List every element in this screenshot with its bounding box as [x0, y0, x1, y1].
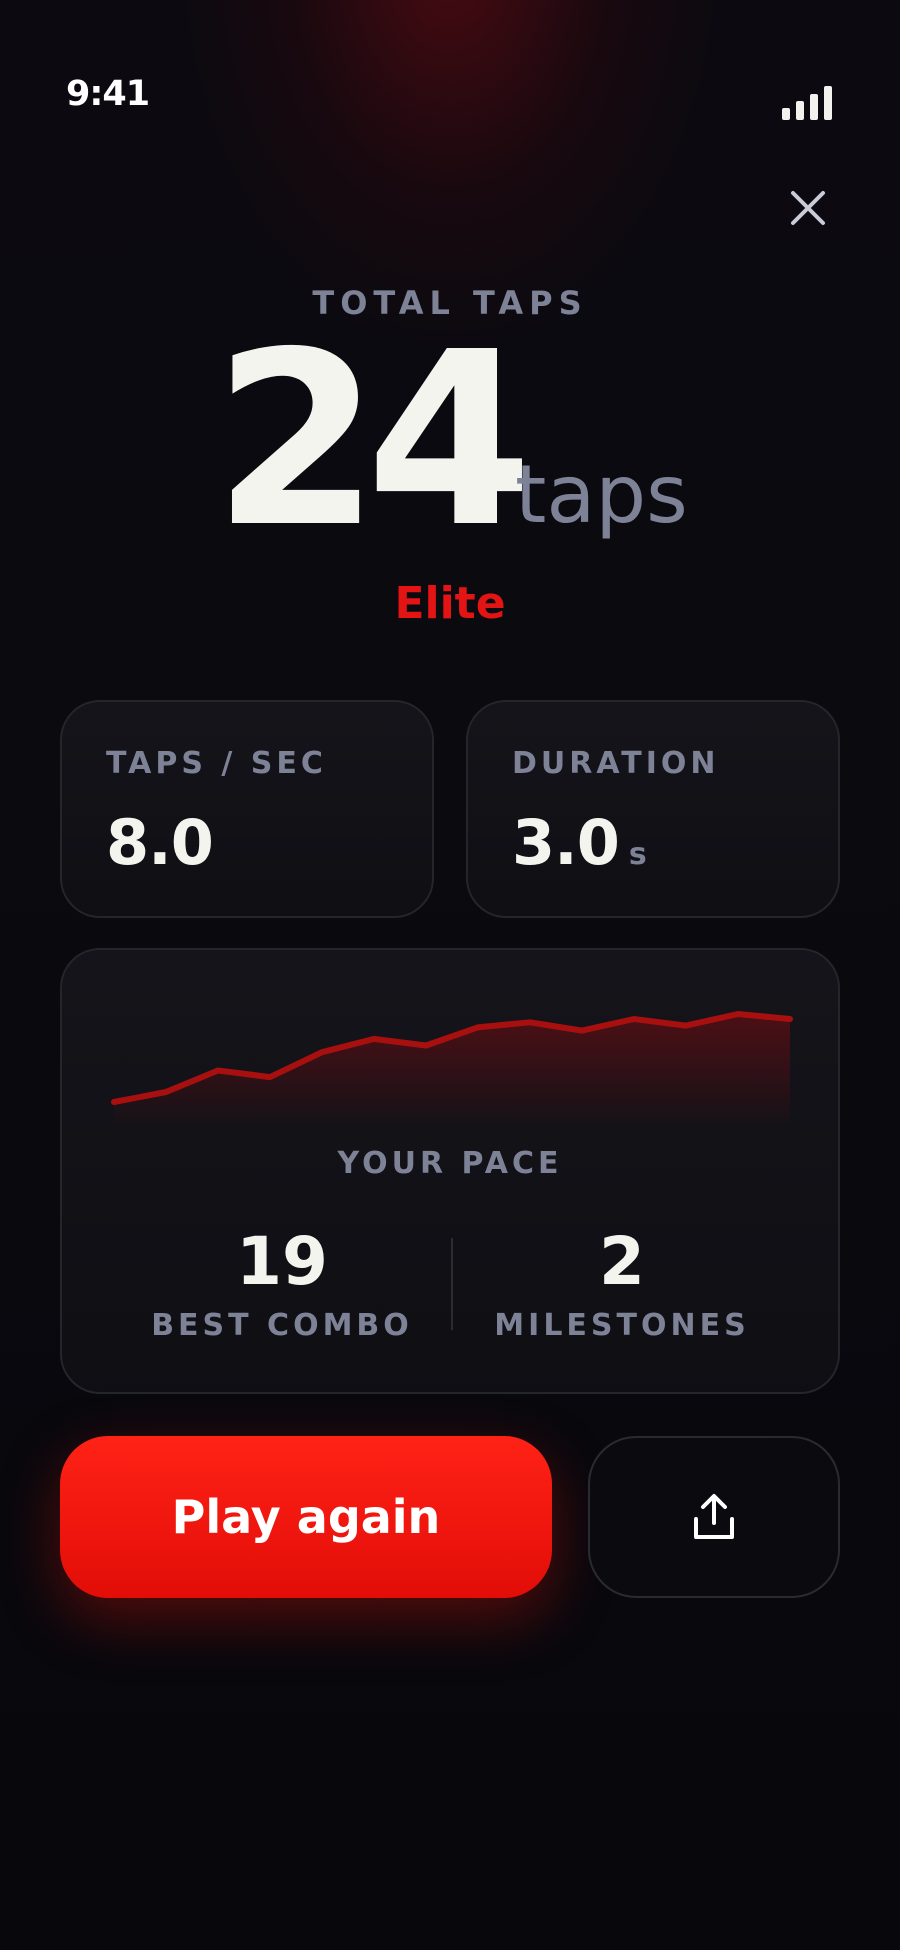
taps-per-second-label: TAPS / SEC	[106, 746, 327, 781]
duration-number: 3.0	[512, 806, 620, 879]
pace-sparkline	[111, 1011, 793, 1130]
taps-per-second-card: TAPS / SEC 8.0	[60, 700, 434, 918]
score-row: 24 taps	[0, 300, 900, 580]
total-taps-value: 24	[213, 300, 533, 580]
best-combo-value: 19	[236, 1223, 328, 1300]
milestones-label: MILESTONES	[494, 1308, 750, 1343]
play-again-button[interactable]: Play again	[60, 1436, 552, 1598]
total-taps-unit: taps	[515, 448, 688, 541]
milestones-value: 2	[599, 1223, 645, 1300]
pace-card: YOUR PACE 19 BEST COMBO 2 MILESTONES	[60, 948, 840, 1394]
best-combo-label: BEST COMBO	[151, 1308, 413, 1343]
best-combo-stat: 19 BEST COMBO	[122, 1222, 442, 1343]
close-button[interactable]	[782, 182, 834, 234]
duration-label: DURATION	[512, 746, 720, 781]
status-time: 9:41	[66, 74, 150, 114]
taps-per-second-value: 8.0	[106, 806, 214, 879]
signal-bars-icon	[782, 86, 832, 120]
rank-tier: Elite	[394, 578, 506, 629]
milestones-stat: 2 MILESTONES	[462, 1222, 782, 1343]
results-screen: 9:41 TOTAL TAPS 24 taps Elite TAPS / SEC…	[0, 0, 900, 1950]
share-button[interactable]	[588, 1436, 840, 1598]
play-again-label: Play again	[171, 1490, 441, 1544]
close-icon	[791, 191, 825, 225]
duration-unit: s	[628, 837, 647, 872]
taps-per-second-number: 8.0	[106, 806, 214, 879]
duration-value: 3.0 s	[512, 806, 647, 879]
duration-card: DURATION 3.0 s	[466, 700, 840, 918]
stat-divider	[451, 1238, 453, 1330]
share-icon	[694, 1494, 734, 1539]
pace-label: YOUR PACE	[337, 1146, 563, 1181]
